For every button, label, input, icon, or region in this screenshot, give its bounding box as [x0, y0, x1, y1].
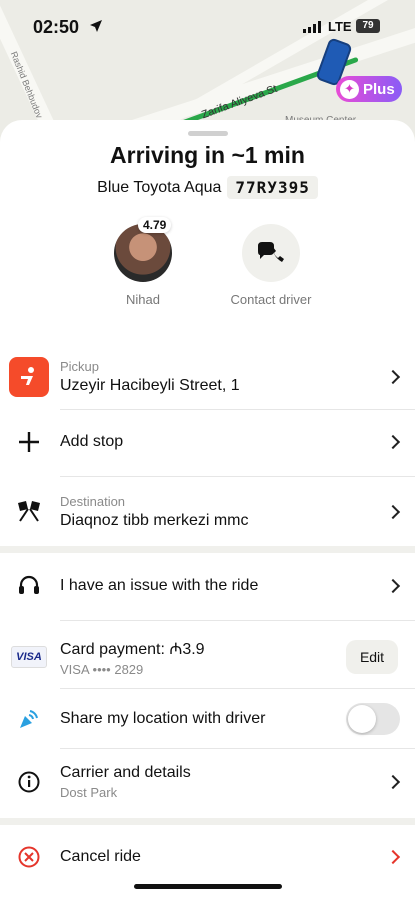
chevron-right-icon: [385, 369, 401, 385]
contact-driver-label: Contact driver: [230, 292, 312, 307]
plus-icon: [19, 432, 39, 452]
payment-label: Card payment: ₼3.9: [60, 641, 205, 658]
pickup-icon: [9, 357, 49, 397]
cancel-ride-label: Cancel ride: [60, 848, 141, 865]
car-description: Blue Toyota Aqua: [97, 178, 222, 196]
share-location-label: Share my location with driver: [60, 710, 266, 727]
car-info: Blue Toyota Aqua 77RУ395: [0, 176, 415, 199]
cancel-icon: [18, 846, 40, 868]
carrier-label: Carrier and details: [60, 764, 191, 781]
pickup-label: Pickup: [60, 359, 100, 374]
arrival-title: Arriving in ~1 min: [110, 142, 305, 168]
destination-label: Destination: [60, 494, 126, 509]
carrier-name: Dost Park: [60, 785, 118, 800]
chevron-right-icon: [385, 504, 401, 520]
status-time: 02:50: [33, 17, 80, 37]
plus-label: Plus: [363, 80, 395, 98]
home-indicator[interactable]: [134, 884, 282, 889]
plus-logo-icon: ✦: [340, 79, 359, 99]
network-label: LTE: [328, 19, 352, 34]
chevron-right-icon: [385, 578, 401, 594]
divider: [60, 409, 415, 410]
issue-label: I have an issue with the ride: [60, 577, 259, 594]
carrier-row[interactable]: Carrier and details Dost Park: [0, 754, 415, 810]
add-stop-label: Add stop: [60, 433, 124, 450]
battery-icon: 79: [356, 19, 380, 33]
divider: [60, 476, 415, 477]
share-location-icon: [20, 710, 38, 728]
issue-row[interactable]: I have an issue with the ride: [0, 560, 415, 612]
pickup-address: Uzeyir Hacibeyli Street, 1: [60, 377, 240, 394]
share-location-toggle[interactable]: [346, 703, 400, 735]
payment-row[interactable]: VISA Card payment: ₼3.9 VISA •••• 2829 E…: [0, 628, 415, 686]
divider: [60, 620, 415, 621]
status-bar: 02:50 LTE 79: [0, 0, 415, 54]
driver-name: Nihad: [126, 292, 160, 307]
info-icon: [18, 771, 40, 793]
driver-rating-badge: 4.79: [138, 217, 172, 233]
chevron-right-icon: [385, 774, 401, 790]
toggle-knob: [348, 705, 376, 733]
divider: [60, 688, 415, 689]
section-divider: [0, 546, 415, 553]
location-arrow-icon: [90, 20, 102, 32]
edit-payment-button[interactable]: Edit: [346, 640, 398, 674]
chat-phone-icon: [258, 242, 284, 262]
contact-driver-button[interactable]: [242, 224, 300, 282]
sheet-grabber[interactable]: [188, 131, 228, 136]
divider: [60, 748, 415, 749]
driver-avatar-button[interactable]: 4.79: [114, 217, 174, 284]
map-street-label: Rashid Behbudov St: [8, 50, 49, 130]
plate-number: 77RУ395: [227, 176, 318, 199]
ride-sheet: Arriving in ~1 min Blue Toyota Aqua 77RУ…: [0, 120, 415, 900]
chevron-right-icon: [385, 434, 401, 450]
card-number: VISA •••• 2829: [60, 662, 144, 677]
finish-flags-icon: [18, 501, 40, 522]
destination-address: Diaqnoz tibb merkezi mmc: [60, 512, 249, 529]
destination-row[interactable]: Destination Diaqnoz tibb merkezi mmc: [0, 484, 415, 540]
cancel-ride-row[interactable]: Cancel ride: [0, 832, 415, 882]
pickup-row[interactable]: Pickup Uzeyir Hacibeyli Street, 1: [0, 348, 415, 406]
add-stop-row[interactable]: Add stop: [0, 416, 415, 468]
plus-badge[interactable]: ✦ Plus: [336, 76, 402, 102]
share-location-row: Share my location with driver: [0, 692, 415, 746]
visa-card-icon: VISA: [11, 646, 47, 668]
section-divider: [0, 818, 415, 825]
chevron-right-icon: [385, 849, 401, 865]
headset-icon: [19, 575, 39, 594]
signal-icon: [303, 21, 321, 33]
